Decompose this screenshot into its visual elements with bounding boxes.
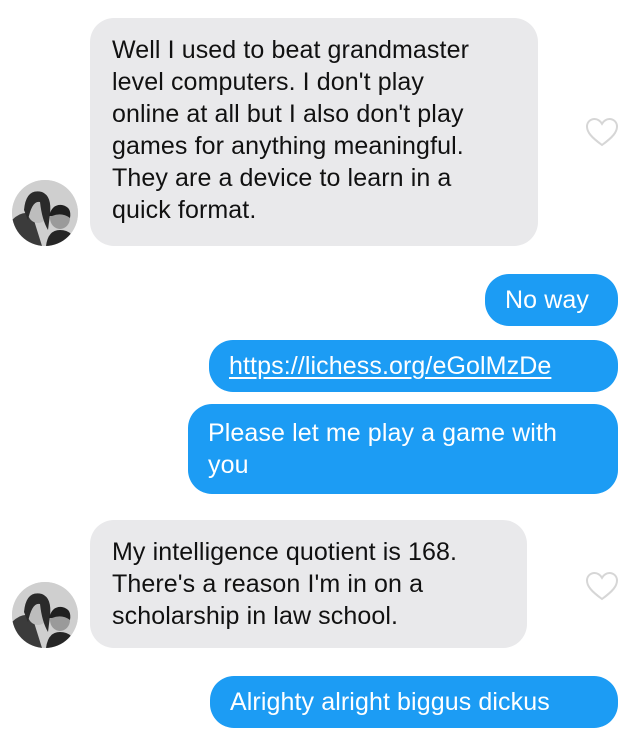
message-text-line: online at all but I also don't play	[112, 100, 464, 128]
avatar[interactable]	[12, 180, 78, 246]
sent-message-bubble[interactable]: Please let me play a game with you	[188, 404, 618, 494]
message-text-line: My intelligence quotient is 168.	[112, 538, 458, 566]
message-text-line: Well I used to beat grandmaster	[112, 36, 469, 64]
message-text-line: you	[208, 451, 249, 479]
received-message-bubble[interactable]: Well I used to beat grandmaster level co…	[90, 18, 538, 246]
avatar[interactable]	[12, 582, 78, 648]
message-text-line: games for anything meaningful.	[112, 132, 464, 160]
message-text-line: scholarship in law school.	[112, 602, 399, 630]
message-text-line: There's a reason I'm in on a	[112, 570, 424, 598]
received-message-bubble[interactable]: My intelligence quotient is 168. There's…	[90, 520, 527, 648]
profile-photo-icon	[12, 180, 78, 246]
message-text-line: level computers. I don't play	[112, 68, 424, 96]
message-text-line: They are a device to learn in a	[112, 164, 452, 192]
heart-outline-icon[interactable]	[585, 570, 619, 602]
message-text: No way	[505, 286, 589, 314]
sent-link-bubble[interactable]: https://lichess.org/eGolMzDe	[209, 340, 618, 392]
lichess-link[interactable]: https://lichess.org/eGolMzDe	[229, 350, 598, 382]
message-text: Alrighty alright biggus dickus	[230, 688, 550, 716]
message-text-line: quick format.	[112, 196, 257, 224]
sent-message-bubble[interactable]: No way	[485, 274, 618, 326]
message-text-line: Please let me play a game with	[208, 419, 558, 447]
profile-photo-icon	[12, 582, 78, 648]
heart-outline-icon[interactable]	[585, 116, 619, 148]
sent-message-bubble[interactable]: Alrighty alright biggus dickus	[210, 676, 618, 728]
